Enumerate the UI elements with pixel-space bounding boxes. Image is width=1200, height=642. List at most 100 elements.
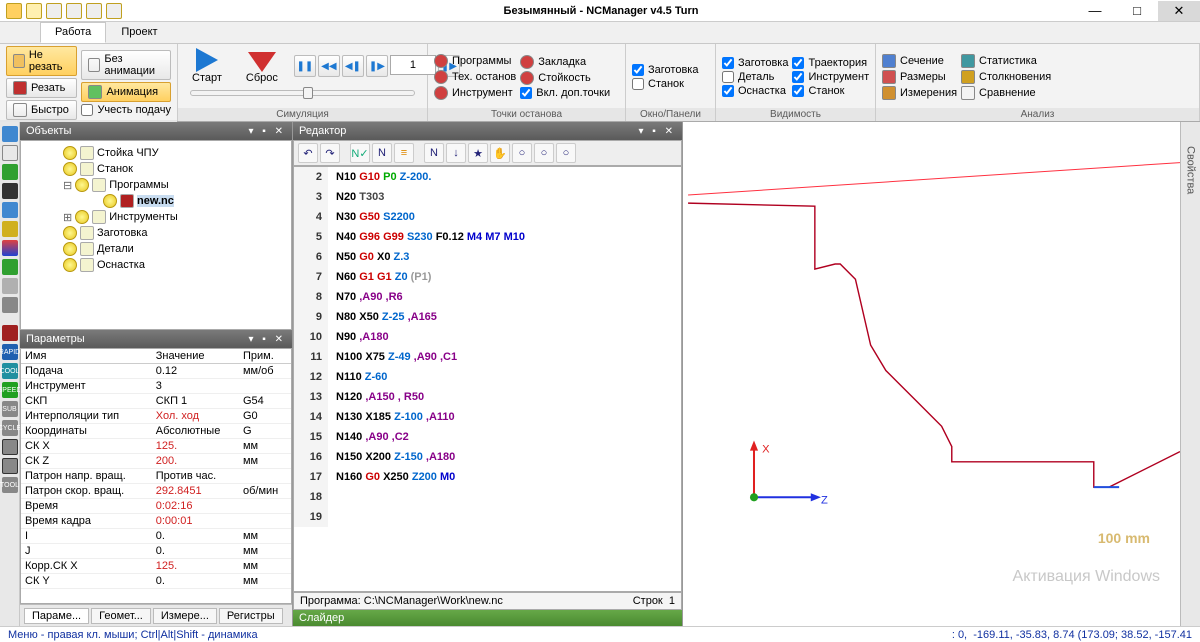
code-line[interactable]: 5N40 G96 G99 S230 F0.12 M4 M7 M10 (294, 227, 681, 247)
mode-fast-button[interactable]: Быстро (6, 100, 77, 120)
code-line[interactable]: 16N150 X200 Z-150 ,A180 (294, 447, 681, 467)
brk-extra-checkbox[interactable]: Вкл. доп.точки (520, 87, 610, 99)
code-line[interactable]: 3N20 T303 (294, 187, 681, 207)
comp2-icon[interactable] (2, 458, 18, 474)
param-row[interactable]: СК Y0.мм (21, 574, 291, 589)
ana-section[interactable]: Сечение (882, 54, 957, 68)
pause-button[interactable]: ❚❚ (294, 55, 316, 77)
brk-tool[interactable]: Инструмент (434, 86, 516, 100)
ana-stat[interactable]: Статистика (961, 54, 1051, 68)
reset-button[interactable]: Сброс (238, 47, 286, 86)
mode-anim-button[interactable]: Анимация (81, 82, 171, 102)
code-line[interactable]: 8N70 ,A90 ,R6 (294, 287, 681, 307)
code-line[interactable]: 12N110 Z-60 (294, 367, 681, 387)
ed-bp-icon[interactable]: ○ (512, 143, 532, 163)
btab-reg[interactable]: Регистры (219, 608, 283, 624)
pan-icon[interactable] (2, 183, 18, 199)
code-line[interactable]: 13N120 ,A150 , R50 (294, 387, 681, 407)
ana-dim[interactable]: Размеры (882, 70, 957, 84)
code-line[interactable]: 19 (294, 507, 681, 527)
search-icon[interactable] (2, 145, 18, 161)
step-fwd-button[interactable]: ❚▶ (366, 55, 388, 77)
tab-work[interactable]: Работа (40, 22, 106, 43)
param-row[interactable]: СКПСКП 1G54 (21, 394, 291, 409)
btab-measure[interactable]: Измере... (153, 608, 217, 624)
params-table[interactable]: Имя Значение Прим. Подача0.12мм/обИнстру… (20, 348, 292, 604)
step-back-button[interactable]: ◀❚ (342, 55, 364, 77)
layers-icon[interactable] (2, 297, 18, 313)
slider-bar[interactable]: Слайдер (293, 610, 682, 626)
grid-icon[interactable] (2, 278, 18, 294)
ed-hand-icon[interactable]: ✋ (490, 143, 510, 163)
btab-geom[interactable]: Геомет... (91, 608, 151, 624)
code-line[interactable]: 15N140 ,A90 ,C2 (294, 427, 681, 447)
zoom-in-icon[interactable] (2, 164, 18, 180)
vis-path-checkbox[interactable]: Траектория (792, 57, 869, 69)
code-line[interactable]: 7N60 G1 G1 Z0 (P1) (294, 267, 681, 287)
code-line[interactable]: 14N130 X185 Z-100 ,A110 (294, 407, 681, 427)
param-row[interactable]: Корр.СК X125.мм (21, 559, 291, 574)
tab-project[interactable]: Проект (106, 22, 172, 43)
ana-cmp[interactable]: Сравнение (961, 86, 1051, 100)
feed-checkbox[interactable]: Учесть подачу (81, 104, 171, 116)
comp1-icon[interactable] (2, 439, 18, 455)
ed-bookmark-icon[interactable]: ★ (468, 143, 488, 163)
code-line[interactable]: 2N10 G10 P0 Z-200. (294, 167, 681, 187)
speed-slider-thumb[interactable] (303, 87, 313, 99)
brk-bookmark[interactable]: Закладка (520, 55, 610, 69)
ed-goto-icon[interactable]: ↓ (446, 143, 466, 163)
ed-bp2-icon[interactable]: ○ (534, 143, 554, 163)
viewport-3d[interactable]: X Z 100 mm Активация Windows (682, 122, 1180, 626)
open-icon[interactable] (26, 3, 42, 19)
vis-tool-checkbox[interactable]: Инструмент (792, 71, 869, 83)
code-line[interactable]: 6N50 G0 X0 Z.3 (294, 247, 681, 267)
code-line[interactable]: 17N160 G0 X250 Z200 M0 (294, 467, 681, 487)
code-line[interactable]: 18 (294, 487, 681, 507)
tree-fixtures[interactable]: Оснастка (23, 257, 289, 273)
start-button[interactable]: Старт (184, 46, 230, 86)
ed-redo-icon[interactable]: ↷ (320, 143, 340, 163)
speed-icon[interactable]: SPEED (2, 382, 18, 398)
param-row[interactable]: Патрон скор. вращ.292.8451об/мин (21, 484, 291, 499)
param-row[interactable]: КоординатыАбсолютныеG (21, 424, 291, 439)
ana-col[interactable]: Столкновения (961, 70, 1051, 84)
param-row[interactable]: СК Z200.мм (21, 454, 291, 469)
mode-cut-button[interactable]: Резать (6, 78, 77, 98)
param-row[interactable]: Инструмент3 (21, 379, 291, 394)
look-icon[interactable] (2, 240, 18, 256)
vis-part-checkbox[interactable]: Деталь (722, 71, 788, 83)
param-row[interactable]: J0.мм (21, 544, 291, 559)
param-row[interactable]: Подача0.12мм/об (21, 364, 291, 379)
fit-icon[interactable] (2, 202, 18, 218)
minimize-button[interactable]: — (1074, 1, 1116, 21)
brk-techstop[interactable]: Тех. останов (434, 70, 516, 84)
brk-programs[interactable]: Программы (434, 54, 516, 68)
brk-durab[interactable]: Стойкость (520, 71, 610, 85)
right-sidebar[interactable]: Свойства (1180, 122, 1200, 626)
ana-mea[interactable]: Измерения (882, 86, 957, 100)
editor-panel-header[interactable]: Редактор▾ ▪ ✕ (293, 122, 682, 140)
param-row[interactable]: Интерполяции типХол. ходG0 (21, 409, 291, 424)
vis-stock-checkbox[interactable]: Заготовка (722, 57, 788, 69)
ed-bp3-icon[interactable]: ○ (556, 143, 576, 163)
ed-undo-icon[interactable]: ↶ (298, 143, 318, 163)
mode-nocut-button[interactable]: Не резать (6, 46, 77, 76)
sub-icon[interactable]: SUB (2, 401, 18, 417)
rotate-icon[interactable] (2, 221, 18, 237)
params-panel-header[interactable]: Параметры▾ ▪ ✕ (20, 330, 292, 348)
tree-machine[interactable]: Станок (23, 161, 289, 177)
param-row[interactable]: Время0:02:16 (21, 499, 291, 514)
tree-programs[interactable]: ⊟ Программы (23, 177, 289, 193)
code-editor[interactable]: 2N10 G10 P0 Z-200.3N20 T3034N30 G50 S220… (293, 166, 682, 592)
param-row[interactable]: Патрон напр. вращ.Против час. (21, 469, 291, 484)
close-button[interactable]: ✕ (1158, 1, 1200, 21)
code-line[interactable]: 9N80 X50 Z-25 ,A165 (294, 307, 681, 327)
app-icon[interactable] (6, 3, 22, 19)
qat-btn[interactable] (66, 3, 82, 19)
rewind-button[interactable]: ◀◀ (318, 55, 340, 77)
mode-noanim-button[interactable]: Без анимации (81, 50, 171, 80)
nav-icon[interactable] (2, 126, 18, 142)
props-tab[interactable]: Свойства (1185, 146, 1197, 194)
param-row[interactable]: I0.мм (21, 529, 291, 544)
rapid-icon[interactable]: RAPID (2, 344, 18, 360)
